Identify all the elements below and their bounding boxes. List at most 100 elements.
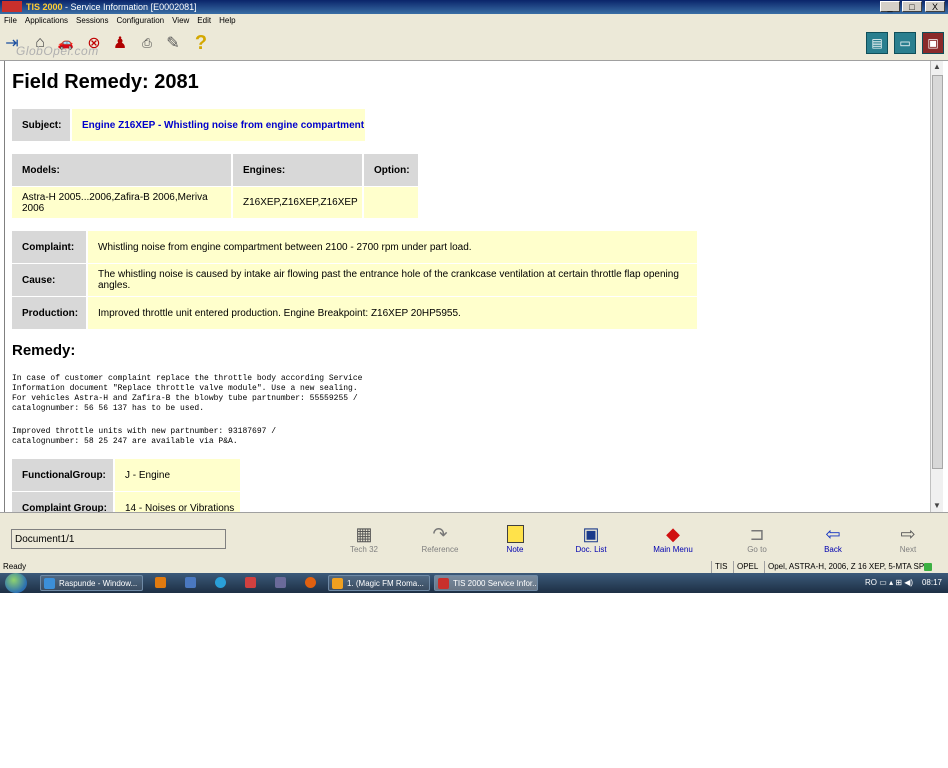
status-text: Ready xyxy=(3,562,27,571)
doc-list-icon: ▣ xyxy=(582,524,600,544)
menu-edit[interactable]: Edit xyxy=(193,14,215,28)
next-arrow-icon: ⇨ xyxy=(900,524,916,544)
scroll-up-icon[interactable]: ▲ xyxy=(931,61,943,73)
note-button[interactable]: Note xyxy=(485,523,545,557)
tech32-button[interactable]: ▦ Tech 32 xyxy=(334,523,394,557)
menu-view[interactable]: View xyxy=(168,14,193,28)
tis-app-icon xyxy=(2,1,22,12)
curved-arrow-icon: ↷ xyxy=(432,524,448,544)
complaint-value: Whistling noise from engine compartment … xyxy=(88,231,697,263)
media-icon[interactable] xyxy=(215,577,226,588)
production-label: Production: xyxy=(12,297,86,329)
main-menu-label: Main Menu xyxy=(653,545,693,554)
app-icon[interactable] xyxy=(245,577,256,588)
tech2-icon[interactable]: ▤ xyxy=(866,32,888,54)
next-button[interactable]: ⇨ Next xyxy=(878,523,938,557)
calculator-icon: ▦ xyxy=(355,524,373,544)
watermark: GlobOpel.com xyxy=(16,44,99,58)
subject-label: Subject: xyxy=(12,109,70,141)
tools-icon[interactable]: ✎ xyxy=(163,33,183,53)
language-indicator[interactable]: RO xyxy=(865,578,877,587)
volume-icon[interactable]: ◀) xyxy=(904,578,913,587)
models-value: Astra-H 2005...2006,Zafira-B 2006,Meriva… xyxy=(12,187,231,218)
option-value xyxy=(364,187,418,218)
goto-icon: ⊐ xyxy=(749,524,765,544)
keyboard-icon[interactable]: ▭ xyxy=(879,578,887,587)
winamp-icon xyxy=(332,578,343,589)
menu-sessions[interactable]: Sessions xyxy=(72,14,112,28)
system-tray: RO ▭ ▴ ⊞ ◀) 08:17 xyxy=(865,573,942,593)
main-menu-icon: ◆ xyxy=(666,524,680,544)
menu-help[interactable]: Help xyxy=(215,14,239,28)
engines-label: Engines: xyxy=(233,154,362,186)
clock[interactable]: 08:17 xyxy=(922,578,942,587)
taskbar-label-tis2000: TIS 2000 Service Infor... xyxy=(453,579,538,588)
reference-label: Reference xyxy=(421,545,459,554)
menu-bar: File Applications Sessions Configuration Vie… xyxy=(0,14,948,28)
status-bar: Ready TIS OPEL Opel, ASTRA-H, 2006, Z 16… xyxy=(0,561,948,573)
maximize-button[interactable]: □ xyxy=(902,1,922,12)
explorer-icon[interactable] xyxy=(185,577,196,588)
main-menu-button[interactable]: ◆ Main Menu xyxy=(643,523,703,557)
window-icon[interactable] xyxy=(275,577,286,588)
note-label: Note xyxy=(506,545,524,554)
menu-file[interactable]: File xyxy=(0,14,21,28)
goto-button[interactable]: ⊐ Go to xyxy=(727,523,787,557)
vlc-icon[interactable] xyxy=(155,577,166,588)
car-view-icon[interactable]: ▭ xyxy=(894,32,916,54)
printer-icon[interactable]: ⎙ xyxy=(137,33,157,53)
cause-value: The whistling noise is caused by intake … xyxy=(88,264,697,296)
toolbar: ⇥ ⌂ 🚗 ⊗ ♟ ⎙ ✎ ? ▤ ▭ ▣ xyxy=(0,28,948,61)
next-label: Next xyxy=(899,545,917,554)
menu-configuration[interactable]: Configuration xyxy=(113,14,169,28)
models-label: Models: xyxy=(12,154,231,186)
document-view[interactable]: Field Remedy: 2081 Subject: Engine Z16XE… xyxy=(4,61,931,512)
start-button-icon[interactable] xyxy=(5,573,27,593)
scroll-thumb[interactable] xyxy=(932,75,943,469)
window-title: TIS 2000 - Service Information [E0002081… xyxy=(26,2,197,12)
option-label: Option: xyxy=(364,154,418,186)
page-title: Field Remedy: 2081 xyxy=(12,71,199,93)
status-indicator-icon xyxy=(924,563,932,571)
taskbar-label-magic-fm: 1. (Magic FM Roma... xyxy=(347,579,424,588)
taskbar-label-raspunde: Raspunde - Window... xyxy=(59,579,138,588)
back-arrow-icon: ⇦ xyxy=(825,524,841,544)
close-button[interactable]: X xyxy=(925,1,945,12)
diagnostic-icon[interactable]: ▣ xyxy=(922,32,944,54)
status-vehicle: Opel, ASTRA-H, 2006, Z 16 XEP, 5-MTA SP xyxy=(764,561,927,573)
tray-arrow-icon[interactable]: ▴ xyxy=(889,578,893,587)
document-counter: Document1/1 xyxy=(11,529,226,549)
complaint-label: Complaint: xyxy=(12,231,86,263)
minimize-button[interactable]: _ xyxy=(880,1,900,12)
taskbar-item-magic-fm[interactable]: 1. (Magic FM Roma... xyxy=(328,575,430,591)
windows-taskbar: Raspunde - Window... 1. (Magic FM Roma..… xyxy=(0,573,948,593)
vertical-scrollbar[interactable]: ▲ ▼ xyxy=(930,61,943,512)
back-label: Back xyxy=(824,545,842,554)
reference-button[interactable]: ↷ Reference xyxy=(410,523,470,557)
window-titlebar[interactable]: TIS 2000 - Service Information [E0002081… xyxy=(0,0,948,14)
remedy-text-2: Improved throttle units with new partnum… xyxy=(12,427,277,446)
complaint-group-value: 14 - Noises or Vibrations xyxy=(115,492,240,512)
taskbar-item-tis2000[interactable]: TIS 2000 Service Infor... xyxy=(434,575,538,591)
network-icon[interactable]: ⊞ xyxy=(895,578,902,587)
doc-list-button[interactable]: ▣ Doc. List xyxy=(561,523,621,557)
status-brand: OPEL xyxy=(733,561,761,573)
functional-group-label: FunctionalGroup: xyxy=(12,459,113,491)
person-icon[interactable]: ♟ xyxy=(110,33,130,53)
tech32-label: Tech 32 xyxy=(349,545,379,554)
firefox-icon[interactable] xyxy=(305,577,316,588)
goto-label: Go to xyxy=(747,545,767,554)
navigation-bar: Document1/1 ▦ Tech 32 ↷ Reference Note ▣… xyxy=(0,512,948,562)
engines-value: Z16XEP,Z16XEP,Z16XEP xyxy=(233,187,362,218)
ie-icon xyxy=(44,578,55,589)
status-tis: TIS xyxy=(711,561,730,573)
menu-applications[interactable]: Applications xyxy=(21,14,72,28)
doc-list-label: Doc. List xyxy=(575,545,607,554)
scroll-down-icon[interactable]: ▼ xyxy=(931,500,943,512)
taskbar-item-raspunde[interactable]: Raspunde - Window... xyxy=(40,575,143,591)
functional-group-value: J - Engine xyxy=(115,459,240,491)
help-icon[interactable]: ? xyxy=(191,32,211,54)
back-button[interactable]: ⇦ Back xyxy=(803,523,863,557)
subject-value: Engine Z16XEP - Whistling noise from eng… xyxy=(72,109,365,141)
tis-taskbar-icon xyxy=(438,578,449,589)
